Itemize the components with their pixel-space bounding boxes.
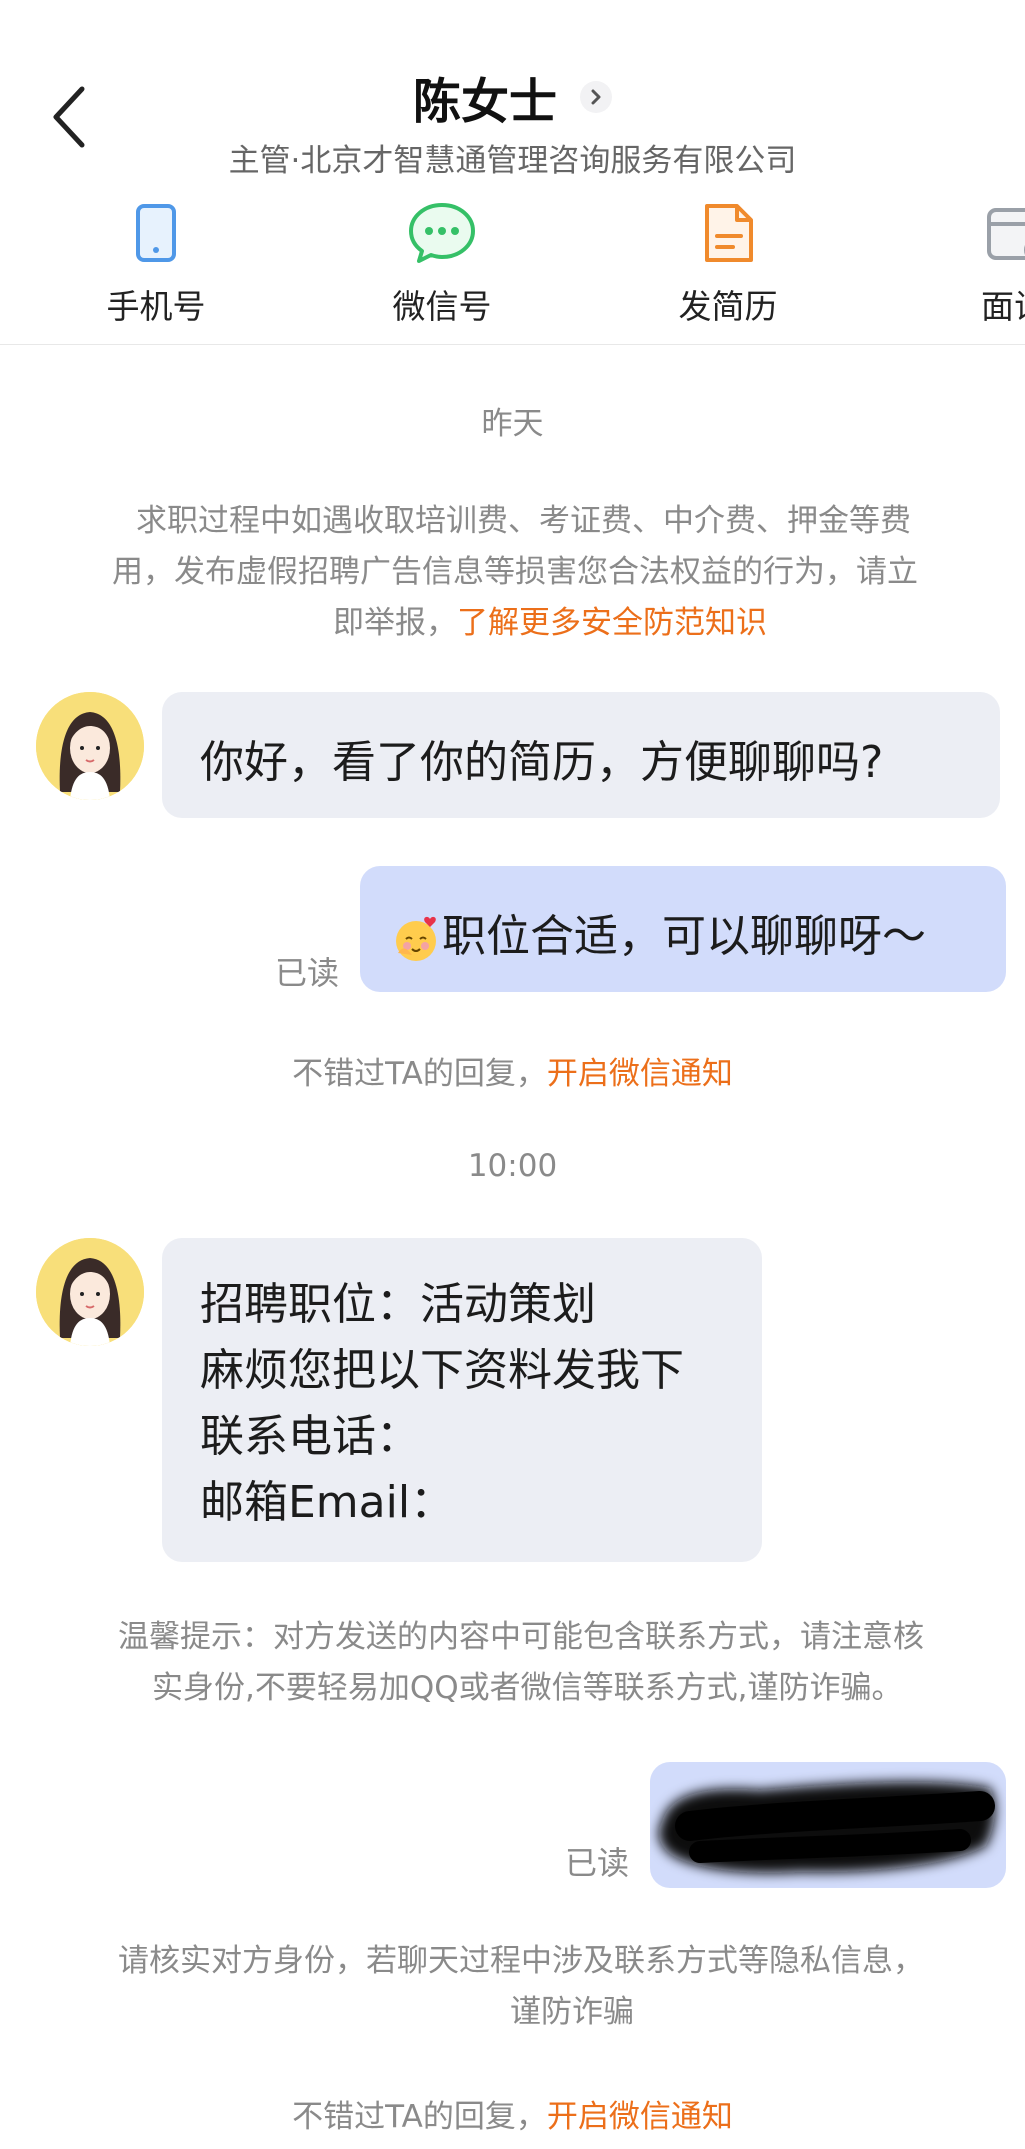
- phone-icon: [121, 200, 191, 266]
- message-line: 招聘职位：活动策划: [200, 1279, 596, 1330]
- time-divider: 10:00: [467, 1148, 558, 1184]
- warm-tip-line1: 温馨提示：对方发送的内容中可能包含联系方式，请注意核: [118, 1619, 924, 1655]
- message-line: 联系电话：: [200, 1411, 420, 1462]
- message-line: 麻烦您把以下资料发我下: [200, 1345, 684, 1396]
- action-toolbar: 手机号 微信号 发简历 面: [0, 200, 1025, 330]
- verify-tip-line2: 谨防诈骗: [510, 1994, 634, 2030]
- interview-label: 面试: [981, 287, 1025, 326]
- warm-tip-line2: 实身份,不要轻易加QQ或者微信等联系方式,谨防诈骗。: [152, 1670, 903, 1706]
- read-status: 已读: [565, 1844, 630, 1882]
- message-bubble-incoming[interactable]: 招聘职位：活动策划 麻烦您把以下资料发我下 联系电话： 邮箱Email：: [162, 1238, 762, 1562]
- emoji-icon: [392, 913, 442, 963]
- verify-tip-line1: 请核实对方身份，若聊天过程中涉及联系方式等隐私信息，: [118, 1943, 924, 1979]
- contact-company: 主管·北京才智慧通管理咨询服务有限公司: [228, 143, 797, 179]
- safety-notice-line3: 即举报，: [333, 605, 457, 641]
- read-status: 已读: [275, 954, 340, 992]
- send-resume-button[interactable]: 发简历: [648, 200, 808, 328]
- avatar[interactable]: [36, 692, 144, 800]
- contact-name[interactable]: 陈女士: [413, 62, 557, 132]
- chevron-right-icon[interactable]: [580, 81, 613, 113]
- message-line: 邮箱Email：: [200, 1477, 455, 1528]
- verify-tip: 请核实对方身份，若聊天过程中涉及联系方式等隐私信息， 谨防诈骗: [118, 1936, 1025, 2038]
- enable-wechat-notify-link[interactable]: 开启微信通知: [547, 2099, 733, 2135]
- send-resume-label: 发简历: [678, 287, 778, 326]
- avatar[interactable]: [36, 1238, 144, 1346]
- message-bubble-incoming[interactable]: 你好，看了你的简历，方便聊聊吗?: [162, 692, 1000, 818]
- message-text: 你好，看了你的简历，方便聊聊吗?: [200, 737, 884, 788]
- wechat-button[interactable]: 微信号: [362, 200, 522, 328]
- title-row[interactable]: 陈女士: [0, 62, 1025, 132]
- calendar-icon: [985, 200, 1025, 266]
- safety-knowledge-link[interactable]: 了解更多安全防范知识: [457, 605, 767, 641]
- phone-button[interactable]: 手机号: [76, 200, 236, 328]
- wechat-notify-text: 不错过TA的回复，: [292, 1056, 547, 1092]
- safety-notice: 求职过程中如遇收取培训费、考证费、中介费、押金等费 用，发布虚假招聘广告信息等损…: [112, 496, 1025, 649]
- date-divider: 昨天: [481, 406, 544, 442]
- message-bubble-outgoing[interactable]: 职位合适，可以聊聊呀～: [360, 866, 1006, 992]
- warm-tip: 温馨提示：对方发送的内容中可能包含联系方式，请注意核 实身份,不要轻易加QQ或者…: [118, 1612, 1025, 1714]
- phone-label: 手机号: [106, 287, 206, 326]
- wechat-icon: [407, 200, 477, 266]
- wechat-notify-text: 不错过TA的回复，: [292, 2099, 547, 2135]
- wechat-notify-tip: 不错过TA的回复，开启微信通知: [0, 1048, 1025, 1093]
- safety-notice-line2: 用，发布虚假招聘广告信息等损害您合法权益的行为，请立: [112, 554, 918, 590]
- message-bubble-outgoing[interactable]: [650, 1762, 1006, 1888]
- wechat-notify-tip: 不错过TA的回复，开启微信通知: [0, 2091, 1025, 2136]
- wechat-label: 微信号: [392, 287, 492, 326]
- message-text: 职位合适，可以聊聊呀～: [442, 911, 926, 962]
- interview-button[interactable]: 面试: [955, 200, 1025, 328]
- chat-header: 陈女士 主管·北京才智慧通管理咨询服务有限公司 手机号 微信号 发简历 面: [0, 0, 1025, 345]
- enable-wechat-notify-link[interactable]: 开启微信通知: [547, 1056, 733, 1092]
- safety-notice-line1: 求职过程中如遇收取培训费、考证费、中介费、押金等费: [136, 503, 911, 539]
- resume-icon: [693, 200, 763, 266]
- redacted-content: [658, 1781, 995, 1874]
